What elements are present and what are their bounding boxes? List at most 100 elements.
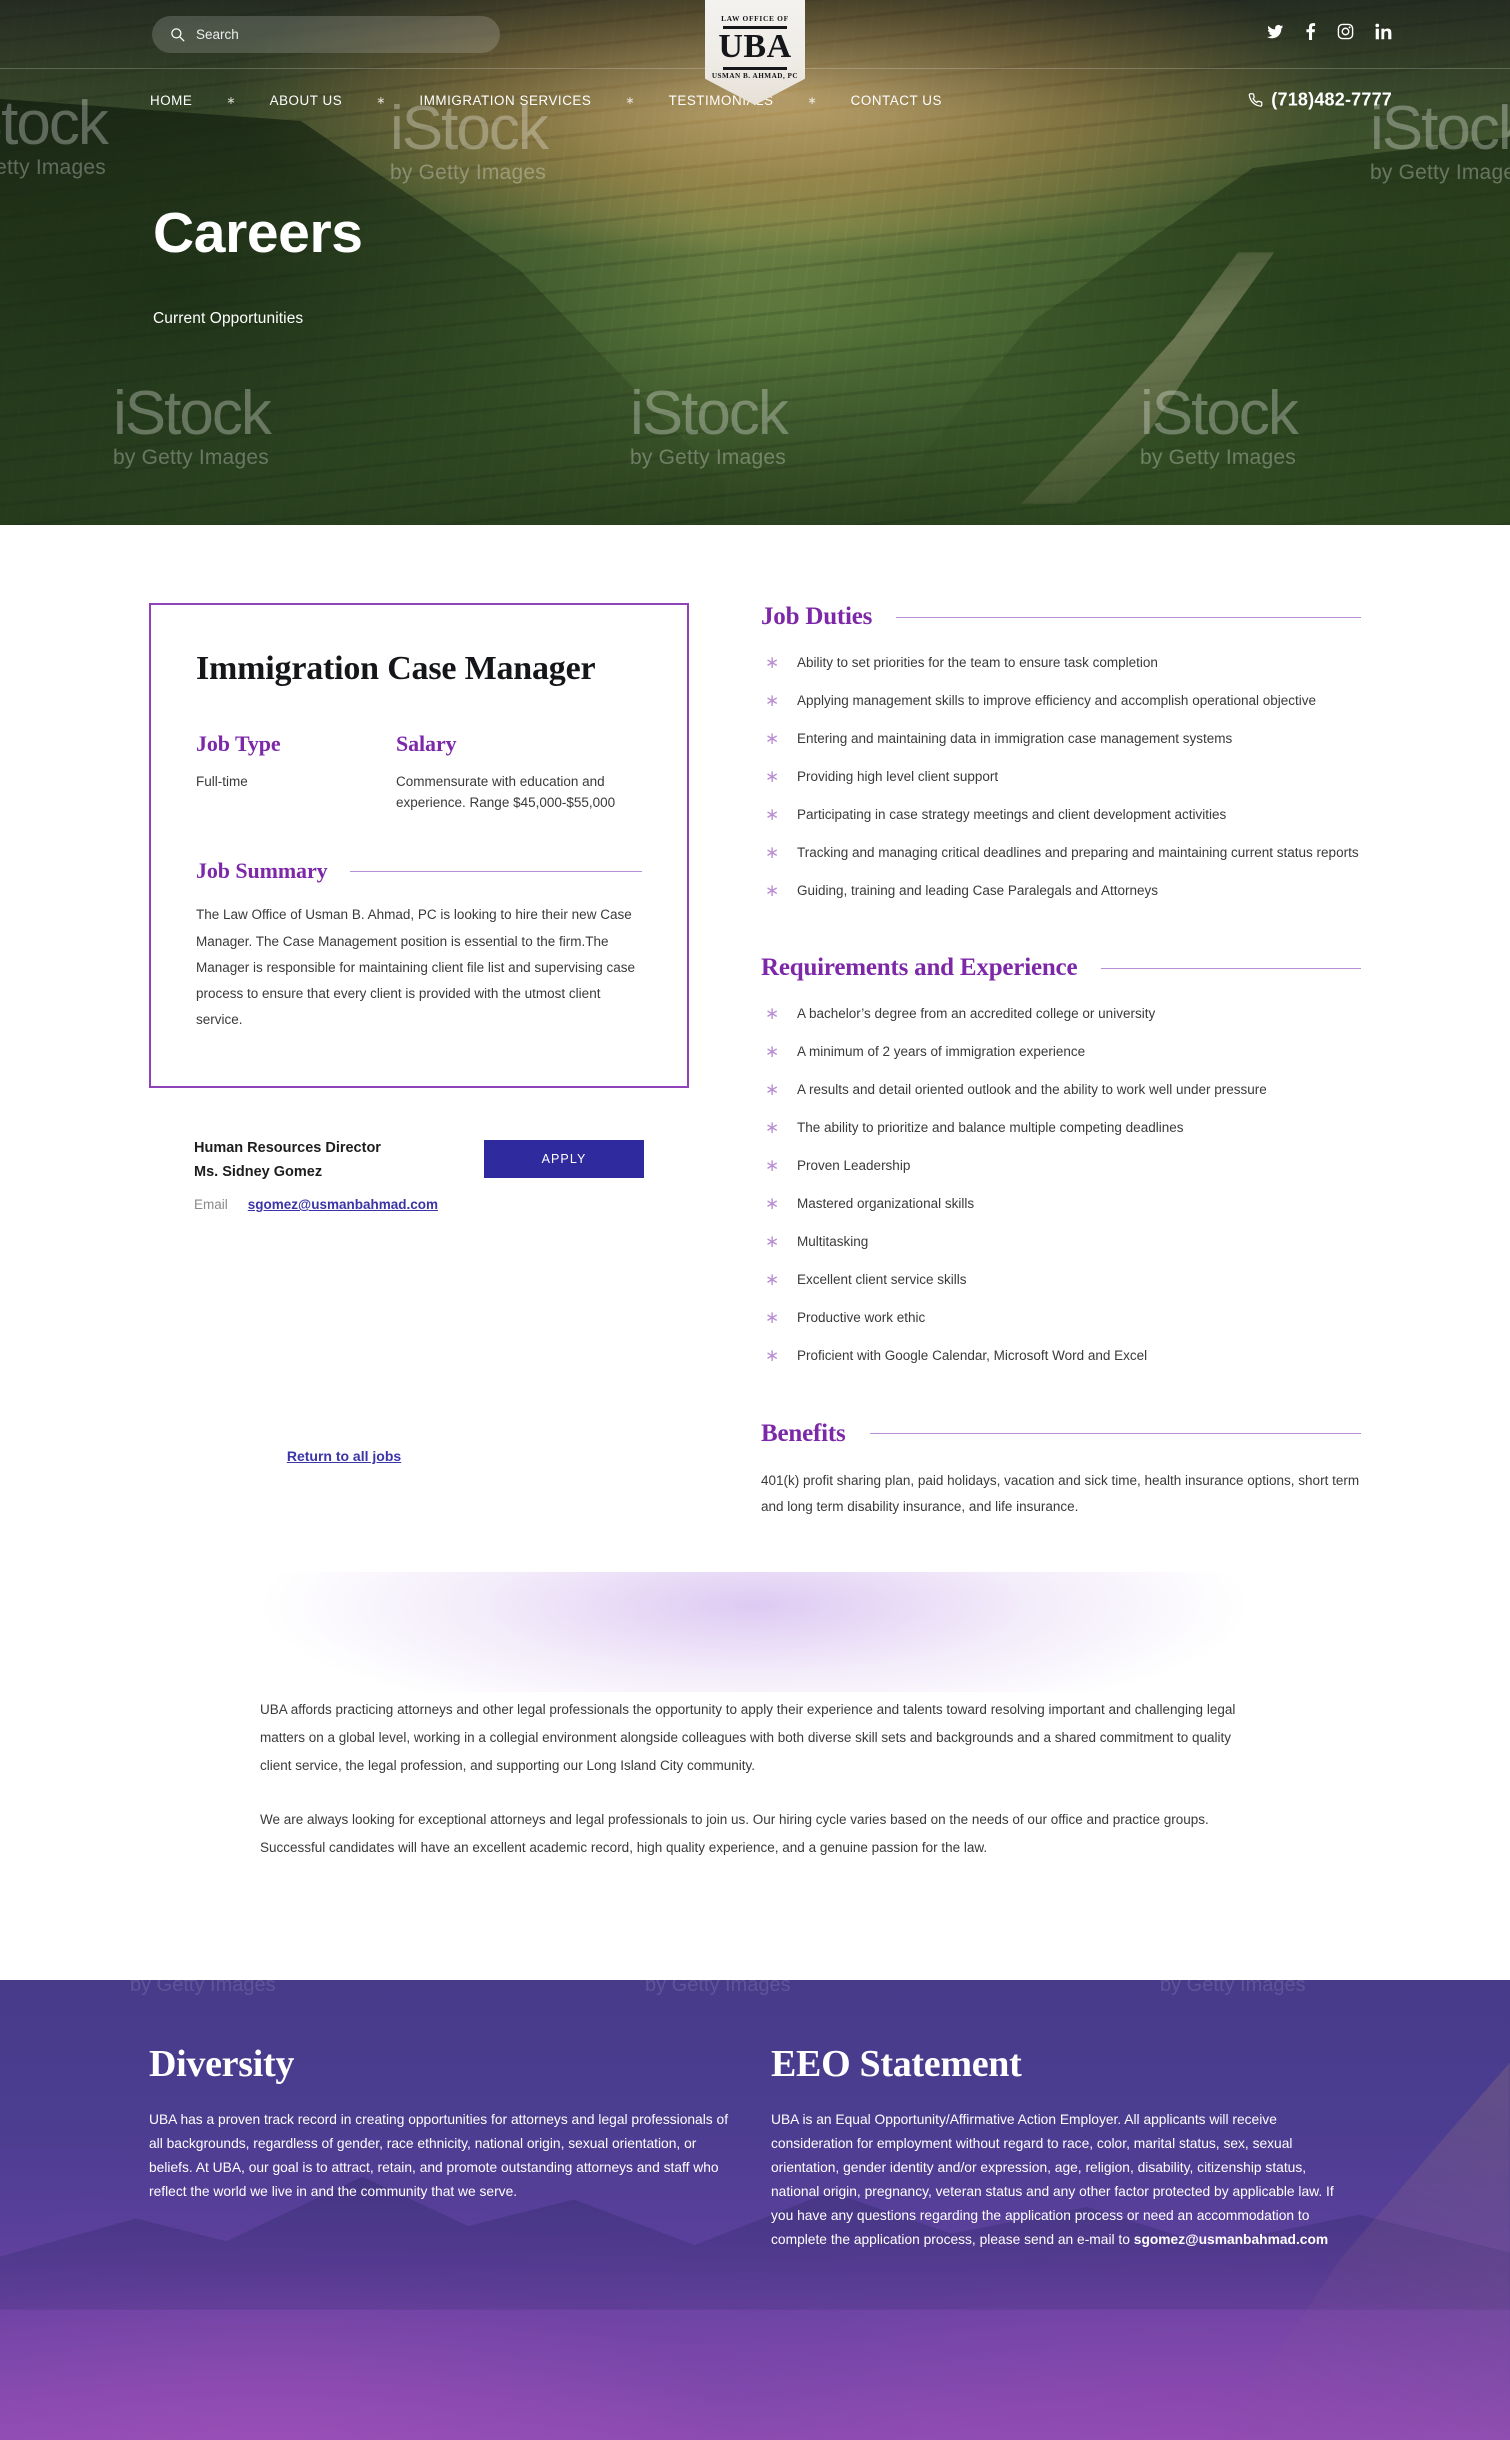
return-to-all-jobs-link[interactable]: Return to all jobs bbox=[287, 1448, 401, 1464]
requirements-list: A bachelor’s degree from an accredited c… bbox=[761, 1001, 1361, 1369]
nav-item-immigration-services[interactable]: IMMIGRATION SERVICES bbox=[419, 93, 591, 108]
job-duties-list: Ability to set priorities for the team t… bbox=[761, 650, 1361, 904]
eeo-column: EEO Statement UBA is an Equal Opportunit… bbox=[771, 2042, 1361, 2253]
apply-button[interactable]: APPLY bbox=[484, 1139, 644, 1178]
email-link[interactable]: sgomez@usmanbahmad.com bbox=[248, 1197, 438, 1212]
page-subtitle: Current Opportunities bbox=[153, 310, 304, 327]
list-item: Ability to set priorities for the team t… bbox=[761, 650, 1361, 676]
hr-role: Human Resources Director bbox=[194, 1139, 381, 1156]
eeo-text: UBA is an Equal Opportunity/Affirmative … bbox=[771, 2108, 1356, 2253]
heading-rule bbox=[896, 616, 1361, 618]
requirements-title: Requirements and Experience bbox=[761, 954, 1078, 982]
nav-item-home[interactable]: HOME bbox=[150, 93, 192, 108]
job-type-value: Full-time bbox=[196, 774, 248, 790]
instagram-icon bbox=[1337, 23, 1354, 40]
content-wrapper: Immigration Case Manager Job Type Full-t… bbox=[149, 525, 1361, 1520]
salary-label: Salary bbox=[396, 731, 457, 757]
list-item: Proven Leadership bbox=[761, 1153, 1361, 1179]
benefits-header: Benefits bbox=[761, 1420, 1361, 1448]
list-item: Providing high level client support bbox=[761, 764, 1361, 790]
nav-item-about-us[interactable]: ABOUT US bbox=[270, 93, 343, 108]
nav-separator: ∗ bbox=[625, 94, 635, 107]
list-item: Guiding, training and leading Case Paral… bbox=[761, 878, 1361, 904]
main-content: Immigration Case Manager Job Type Full-t… bbox=[0, 525, 1510, 1980]
nav-separator: ∗ bbox=[807, 94, 817, 107]
job-duties-title: Job Duties bbox=[761, 603, 873, 630]
logo-rule-bottom bbox=[723, 66, 787, 70]
nav-links: HOME ∗ ABOUT US ∗ IMMIGRATION SERVICES ∗… bbox=[150, 93, 942, 108]
right-column: Job Duties Ability to set priorities for… bbox=[761, 603, 1361, 1520]
email-label: Email bbox=[194, 1197, 228, 1213]
list-item: Mastered organizational skills bbox=[761, 1191, 1361, 1217]
footer: by Getty Images by Getty Images by Getty… bbox=[0, 1979, 1510, 2440]
diversity-text: UBA has a proven track record in creatin… bbox=[149, 2111, 729, 2200]
job-summary-label: Job Summary bbox=[196, 858, 328, 884]
instagram-link[interactable] bbox=[1337, 23, 1354, 40]
job-type-block: Job Type Full-time bbox=[196, 731, 396, 814]
phone-link[interactable]: (718)482-7777 bbox=[1248, 90, 1392, 111]
hr-contact-details: Human Resources Director Ms. Sidney Gome… bbox=[194, 1136, 439, 1212]
linkedin-icon bbox=[1375, 23, 1392, 40]
facebook-icon bbox=[1306, 23, 1316, 40]
hr-person: Ms. Sidney Gomez bbox=[194, 1164, 323, 1181]
job-title: Immigration Case Manager bbox=[196, 650, 596, 687]
job-summary-header: Job Summary bbox=[196, 858, 642, 884]
job-duties-header: Job Duties bbox=[761, 603, 1361, 631]
search-input[interactable] bbox=[196, 27, 482, 42]
facebook-link[interactable] bbox=[1305, 23, 1316, 40]
return-row: Return to all jobs bbox=[149, 1448, 689, 1466]
page-title: Careers bbox=[153, 201, 363, 265]
social-links bbox=[1267, 23, 1392, 40]
job-detail-card: Immigration Case Manager Job Type Full-t… bbox=[149, 603, 689, 1088]
eeo-body: UBA is an Equal Opportunity/Affirmative … bbox=[771, 2111, 1334, 2248]
intro-section: UBA affords practicing attorneys and oth… bbox=[149, 1692, 1361, 1979]
list-item: A minimum of 2 years of immigration expe… bbox=[761, 1039, 1361, 1065]
twitter-link[interactable] bbox=[1267, 23, 1284, 40]
phone-icon bbox=[1248, 93, 1263, 107]
list-item: Tracking and managing critical deadlines… bbox=[761, 840, 1361, 866]
nav-item-contact-us[interactable]: CONTACT US bbox=[851, 93, 942, 108]
list-item: Applying management skills to improve ef… bbox=[761, 688, 1361, 714]
hr-email-row: Email sgomez@usmanbahmad.com bbox=[194, 1197, 439, 1212]
linkedin-link[interactable] bbox=[1375, 23, 1392, 40]
diversity-title: Diversity bbox=[149, 2042, 295, 2085]
nav-separator: ∗ bbox=[226, 94, 236, 107]
requirements-header: Requirements and Experience bbox=[761, 954, 1361, 982]
intro-paragraph-2: We are always looking for exceptional at… bbox=[260, 1812, 1209, 1855]
list-item: Proficient with Google Calendar, Microso… bbox=[761, 1343, 1361, 1369]
list-item: Excellent client service skills bbox=[761, 1267, 1361, 1293]
job-type-label: Job Type bbox=[196, 731, 281, 757]
search-icon bbox=[171, 28, 185, 42]
page-root: iStock by Getty Images iStock by Getty I… bbox=[0, 0, 1510, 2440]
list-item: A bachelor’s degree from an accredited c… bbox=[761, 1001, 1361, 1027]
heading-rule bbox=[869, 1433, 1361, 1435]
footer-columns: Diversity UBA has a proven track record … bbox=[149, 1980, 1361, 2253]
eeo-title: EEO Statement bbox=[771, 2042, 1022, 2085]
search-box[interactable] bbox=[152, 16, 500, 53]
hero-banner: iStock by Getty Images iStock by Getty I… bbox=[0, 0, 1510, 525]
logo-line-1: LAW OFFICE OF bbox=[721, 14, 789, 23]
content-row: Immigration Case Manager Job Type Full-t… bbox=[149, 525, 1361, 1520]
benefits-text: 401(k) profit sharing plan, paid holiday… bbox=[761, 1472, 1360, 1514]
list-item: Productive work ethic bbox=[761, 1305, 1361, 1331]
phone-number: (718)482-7777 bbox=[1271, 89, 1392, 110]
list-item: Entering and maintaining data in immigra… bbox=[761, 726, 1361, 752]
left-column: Immigration Case Manager Job Type Full-t… bbox=[149, 603, 689, 1520]
purple-glow-divider bbox=[0, 1572, 1510, 1693]
job-meta-row: Job Type Full-time Salary Commensurate w… bbox=[196, 731, 642, 814]
diversity-column: Diversity UBA has a proven track record … bbox=[149, 2042, 739, 2253]
hr-contact-block: Human Resources Director Ms. Sidney Gome… bbox=[149, 1136, 689, 1212]
intro-paragraph-1: UBA affords practicing attorneys and oth… bbox=[260, 1702, 1236, 1773]
twitter-icon bbox=[1267, 24, 1284, 39]
logo-monogram: UBA bbox=[718, 27, 792, 65]
list-item: A results and detail oriented outlook an… bbox=[761, 1077, 1361, 1103]
list-item: The ability to prioritize and balance mu… bbox=[761, 1115, 1361, 1141]
benefits-title: Benefits bbox=[761, 1419, 846, 1447]
eeo-email: sgomez@usmanbahmad.com bbox=[1133, 2232, 1329, 2248]
list-item: Multitasking bbox=[761, 1229, 1361, 1255]
heading-rule bbox=[349, 870, 642, 872]
salary-block: Salary Commensurate with education and e… bbox=[396, 731, 651, 814]
job-summary-text: The Law Office of Usman B. Ahmad, PC is … bbox=[196, 907, 635, 1028]
